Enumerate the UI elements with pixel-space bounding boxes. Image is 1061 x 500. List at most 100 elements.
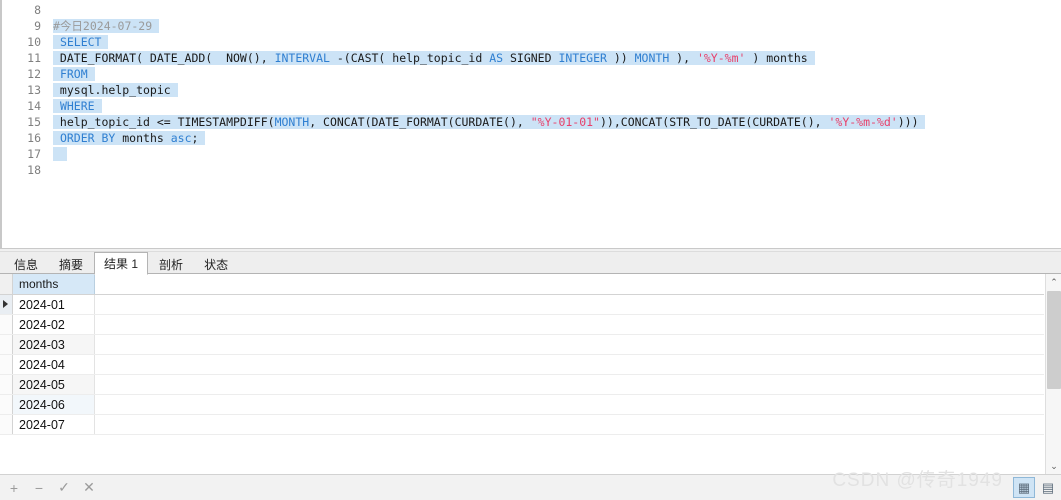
code-token: )) <box>606 51 635 65</box>
code-text[interactable] <box>53 146 67 162</box>
row-header-cell[interactable] <box>0 355 13 374</box>
code-line[interactable]: 9 #今日2024-07-29 <box>1 18 1061 34</box>
row-header-cell[interactable] <box>0 315 13 334</box>
selected-text: WHERE <box>53 99 102 113</box>
scrollbar-thumb[interactable] <box>1047 291 1061 389</box>
table-cell[interactable]: 2024-05 <box>13 375 95 394</box>
line-number: 11 <box>27 51 41 65</box>
row-header-cell[interactable] <box>0 375 13 394</box>
grid-view-toggle[interactable]: ▦ <box>1013 477 1035 498</box>
navicat-query-window: 8 9 #今日2024-07-29 10 SELECT 11 DATE_FORMAT… <box>0 0 1061 500</box>
code-token: MONTH <box>634 51 670 65</box>
table-cell[interactable]: 2024-04 <box>13 355 95 374</box>
result-tab-0[interactable]: 信息 <box>4 255 48 274</box>
code-text[interactable]: mysql.help_topic <box>53 82 178 98</box>
row-header-cell[interactable] <box>0 335 13 354</box>
code-text[interactable]: help_topic_id <= TIMESTAMPDIFF(MONTH, CO… <box>53 114 926 130</box>
code-text[interactable]: #今日2024-07-29 <box>53 18 160 34</box>
line-number: 9 <box>34 19 41 33</box>
table-row[interactable]: 2024-04 <box>0 355 1044 375</box>
table-cell[interactable]: 2024-06 <box>13 395 95 414</box>
code-text[interactable]: ORDER BY months asc; <box>53 130 206 146</box>
table-cell[interactable]: 2024-02 <box>13 315 95 334</box>
code-line[interactable]: 15 help_topic_id <= TIMESTAMPDIFF(MONTH,… <box>1 114 1061 130</box>
code-token: ), <box>669 51 697 65</box>
table-cell[interactable]: 2024-03 <box>13 335 95 354</box>
selected-text: SELECT <box>53 35 109 49</box>
form-view-toggle[interactable]: ▤ <box>1037 477 1059 498</box>
code-line[interactable]: 14 WHERE <box>1 98 1061 114</box>
row-header-cell[interactable] <box>0 395 13 414</box>
scroll-up-arrow-icon[interactable]: ⌃ <box>1046 274 1061 290</box>
result-tab-2[interactable]: 结果 1 <box>94 252 149 275</box>
row-header-corner <box>0 274 13 294</box>
line-number: 15 <box>27 115 41 129</box>
selected-text: #今日2024-07-29 <box>53 19 160 33</box>
row-filler <box>95 295 1044 314</box>
code-text[interactable]: DATE_FORMAT( DATE_ADD( NOW(), INTERVAL -… <box>53 50 815 66</box>
table-row[interactable]: 2024-02 <box>0 315 1044 335</box>
table-row[interactable]: 2024-01 <box>0 295 1044 315</box>
selected-text: mysql.help_topic <box>53 83 178 97</box>
selected-text <box>53 147 67 161</box>
code-line[interactable]: 11 DATE_FORMAT( DATE_ADD( NOW(), INTERVA… <box>1 50 1061 66</box>
code-line[interactable]: 17 <box>1 146 1061 162</box>
code-token: MONTH <box>274 115 310 129</box>
editor-code-area[interactable]: 8 9 #今日2024-07-29 10 SELECT 11 DATE_FORMAT… <box>1 0 1061 248</box>
code-line[interactable]: 8 <box>1 2 1061 18</box>
row-header-cell[interactable] <box>0 415 13 434</box>
table-cell[interactable]: 2024-07 <box>13 415 95 434</box>
row-filler <box>95 315 1044 334</box>
sql-editor[interactable]: 8 9 #今日2024-07-29 10 SELECT 11 DATE_FORMAT… <box>0 0 1061 248</box>
table-row[interactable]: 2024-05 <box>0 375 1044 395</box>
row-filler <box>95 415 1044 434</box>
code-text[interactable]: WHERE <box>53 98 102 114</box>
row-filler <box>95 355 1044 374</box>
selection-pad <box>101 35 108 49</box>
code-line[interactable]: 18 <box>1 162 1061 178</box>
table-cell[interactable]: 2024-01 <box>13 295 95 314</box>
grid-header-row: months <box>0 274 1044 295</box>
result-tab-3[interactable]: 剖析 <box>149 255 193 274</box>
header-filler <box>95 274 1044 294</box>
code-text[interactable]: FROM <box>53 66 95 82</box>
code-token: )),CONCAT(STR_TO_DATE(CURDATE(), <box>600 115 829 129</box>
code-token: ) months <box>745 51 808 65</box>
result-vertical-scrollbar[interactable]: ⌃ ⌄ <box>1045 274 1061 474</box>
result-grid[interactable]: months 2024-01 2024-02 2024-03 2024-04 2024-… <box>0 274 1044 435</box>
row-header-cell[interactable] <box>0 295 13 314</box>
code-token: INTEGER <box>558 51 607 65</box>
result-tab-1[interactable]: 摘要 <box>49 255 93 274</box>
result-grid-panel[interactable]: months 2024-01 2024-02 2024-03 2024-04 2024-… <box>0 274 1061 474</box>
result-tab-4[interactable]: 状态 <box>194 255 238 274</box>
selected-text: ORDER BY months asc; <box>53 131 206 145</box>
table-row[interactable]: 2024-06 <box>0 395 1044 415</box>
code-token: FROM <box>59 67 88 81</box>
table-row[interactable]: 2024-07 <box>0 415 1044 435</box>
code-line[interactable]: 13 mysql.help_topic <box>1 82 1061 98</box>
cancel-changes-button[interactable]: ✕ <box>78 477 100 499</box>
apply-changes-button[interactable]: ✓ <box>53 477 75 499</box>
delete-record-button[interactable]: − <box>28 477 50 499</box>
code-token: SIGNED <box>503 51 559 65</box>
code-line[interactable]: 12 FROM <box>1 66 1061 82</box>
code-token: mysql.help_topic <box>53 83 171 97</box>
code-token: DATE_FORMAT( DATE_ADD( NOW(), <box>53 51 275 65</box>
scroll-down-arrow-icon[interactable]: ⌄ <box>1046 458 1061 474</box>
result-tabbar: 信息 摘要 结果 1 剖析 状态 <box>0 252 1061 275</box>
grid-body[interactable]: 2024-01 2024-02 2024-03 2024-04 2024-05 2024-… <box>0 295 1044 435</box>
row-filler <box>95 335 1044 354</box>
code-text[interactable]: SELECT <box>53 34 109 50</box>
code-token: , CONCAT(DATE_FORMAT(CURDATE(), <box>309 115 531 129</box>
selection-pad <box>171 83 178 97</box>
selected-text: FROM <box>53 67 95 81</box>
line-number: 18 <box>27 163 41 177</box>
code-line[interactable]: 10 SELECT <box>1 34 1061 50</box>
add-record-button[interactable]: + <box>3 477 25 499</box>
code-line[interactable]: 16 ORDER BY months asc; <box>1 130 1061 146</box>
table-row[interactable]: 2024-03 <box>0 335 1044 355</box>
column-header-months[interactable]: months <box>13 274 95 294</box>
row-filler <box>95 375 1044 394</box>
selection-pad <box>95 99 102 113</box>
